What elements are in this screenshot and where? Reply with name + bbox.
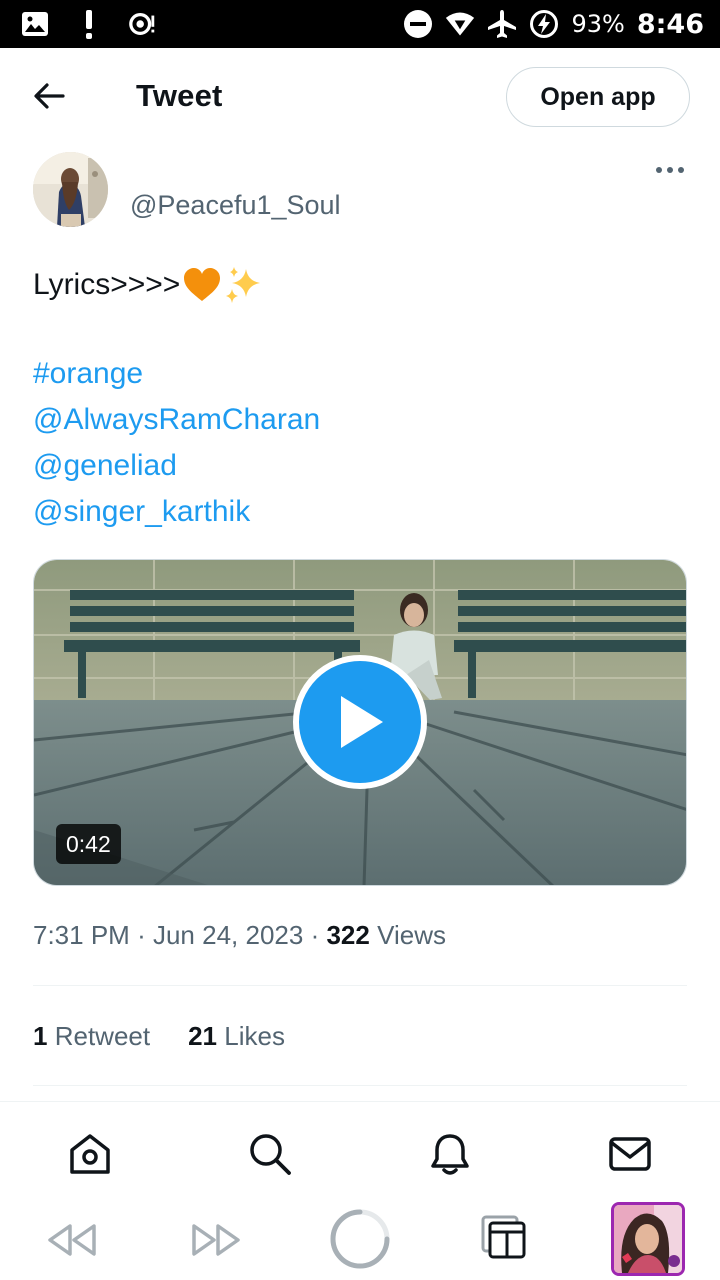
- tweet-stats: 1 Retweet 21 Likes: [33, 1021, 285, 1052]
- back-button[interactable]: [26, 78, 72, 114]
- views-count: 322: [326, 920, 370, 950]
- orange-heart-emoji-icon: [184, 268, 221, 301]
- likes-stat[interactable]: 21 Likes: [188, 1021, 285, 1052]
- page-title: Tweet: [136, 78, 223, 113]
- alert-icon: [74, 9, 104, 39]
- more-options-button[interactable]: [650, 158, 690, 182]
- tabs-icon[interactable]: [478, 1211, 530, 1265]
- more-dots-icon: [656, 167, 684, 173]
- tweet-text: Lyrics>>>>: [33, 262, 264, 308]
- avatar[interactable]: [33, 152, 108, 227]
- tweet-date: Jun 24, 2023: [152, 920, 304, 950]
- play-button[interactable]: [293, 655, 427, 789]
- reload-icon[interactable]: [330, 1209, 390, 1269]
- mention-link[interactable]: @singer_karthik: [33, 495, 250, 529]
- tweet-time: 7:31 PM: [33, 920, 130, 950]
- bottom-nav: [0, 1101, 720, 1195]
- divider: [33, 985, 687, 986]
- notifications-icon[interactable]: [426, 1130, 474, 1178]
- messages-icon[interactable]: [606, 1130, 654, 1178]
- wifi-icon: [445, 9, 475, 39]
- battery-charging-icon: [529, 9, 559, 39]
- views-label: Views: [377, 920, 446, 950]
- back-arrow-icon: [34, 83, 65, 109]
- tweet-meta: 7:31 PM · Jun 24, 2023 · 322 Views: [33, 920, 446, 951]
- search-icon[interactable]: [246, 1130, 294, 1178]
- meta-separator: ·: [137, 920, 146, 950]
- retweets-count: 1: [33, 1021, 48, 1051]
- retweets-label: Retweet: [54, 1021, 151, 1051]
- rewind-icon[interactable]: [44, 1215, 100, 1265]
- airplane-icon: [487, 9, 517, 39]
- hashtag-link[interactable]: #orange: [33, 357, 143, 391]
- author-handle[interactable]: @Peacefu1_Soul: [130, 190, 341, 221]
- app-header: Tweet Open app: [0, 48, 720, 144]
- status-bar: 93% 8:46: [0, 0, 720, 48]
- video-duration-badge: 0:42: [56, 824, 121, 864]
- tab-thumbnail[interactable]: [611, 1202, 685, 1276]
- dnd-icon: [403, 9, 433, 39]
- fast-forward-icon[interactable]: [188, 1215, 244, 1265]
- retweets-stat[interactable]: 1 Retweet: [33, 1021, 150, 1052]
- camera-sync-icon: [128, 9, 158, 39]
- likes-label: Likes: [224, 1021, 285, 1051]
- clock: 8:46: [636, 8, 704, 40]
- home-icon[interactable]: [66, 1130, 114, 1178]
- mention-link[interactable]: @geneliad: [33, 449, 177, 483]
- divider: [33, 1085, 687, 1086]
- meta-separator: ·: [310, 920, 320, 950]
- open-app-button[interactable]: Open app: [506, 67, 690, 127]
- sparkles-emoji-icon: [226, 267, 261, 303]
- battery-level: 93%: [571, 10, 625, 38]
- likes-count: 21: [188, 1021, 218, 1051]
- play-icon: [341, 696, 383, 748]
- tweet-text-content: Lyrics>>>>: [33, 268, 181, 301]
- mention-link[interactable]: @AlwaysRamCharan: [33, 403, 320, 437]
- gallery-icon: [20, 9, 50, 39]
